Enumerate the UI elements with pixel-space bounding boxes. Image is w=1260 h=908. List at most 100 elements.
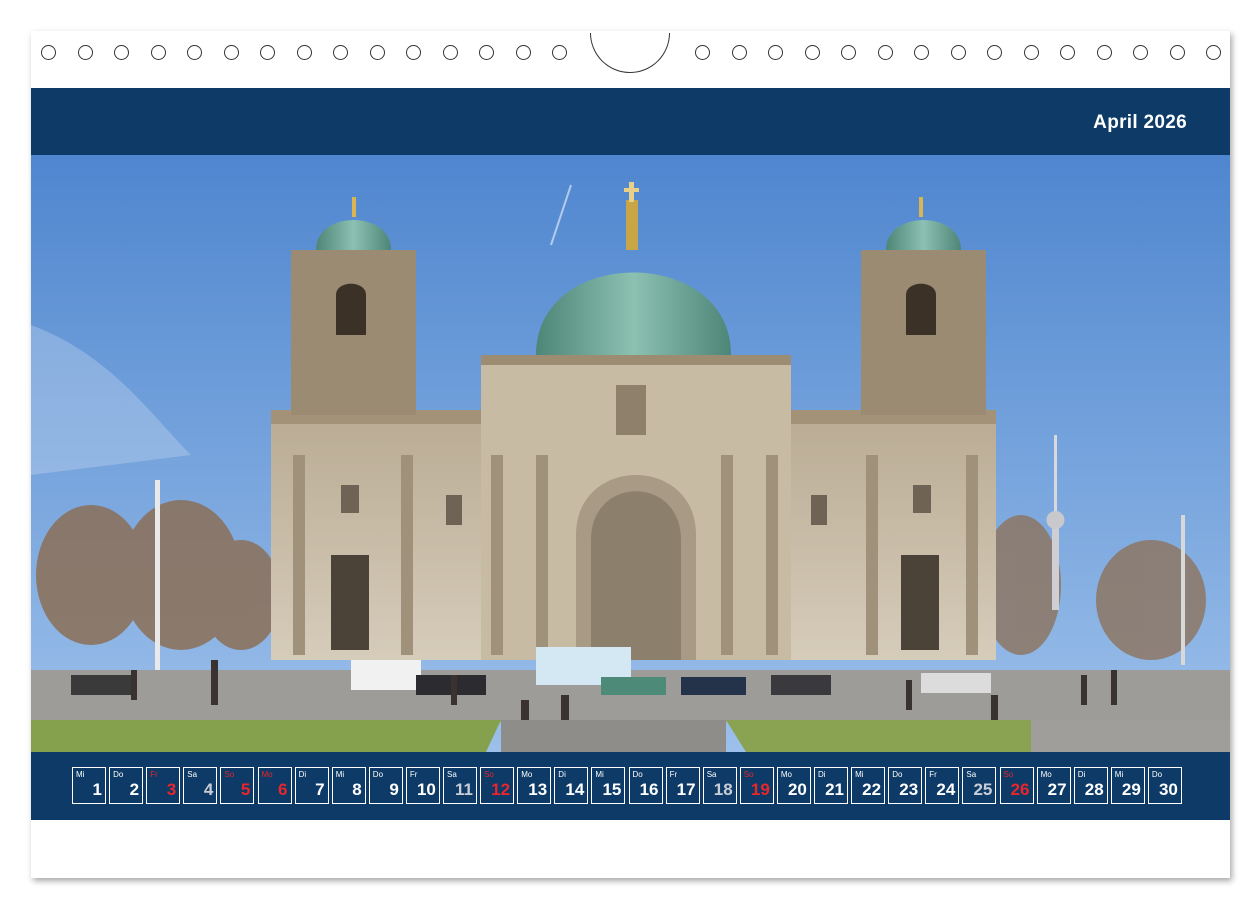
day-number: 6 — [278, 780, 288, 799]
day-weekday: Do — [1151, 770, 1163, 779]
day-cell: Sa 11 — [443, 767, 477, 804]
month-title: April 2026 — [1093, 112, 1187, 133]
day-weekday: Di — [818, 770, 826, 779]
day-weekday: Sa — [187, 770, 198, 779]
day-weekday: Mi — [76, 770, 85, 779]
day-cell: Mi 1 — [72, 767, 106, 804]
day-cell: Mi 15 — [591, 767, 626, 804]
month-banner: April 2026 — [31, 88, 1230, 155]
day-cell: Mi 22 — [851, 767, 886, 804]
day-cell: So 19 — [739, 767, 774, 804]
day-number: 25 — [973, 780, 993, 799]
day-number: 18 — [713, 780, 733, 799]
binding-hole — [1206, 45, 1221, 60]
day-cell: Fr 17 — [665, 767, 700, 804]
day-cell: Fr 3 — [146, 767, 181, 804]
binding-hole — [114, 45, 129, 60]
cathedral-photo — [31, 155, 1230, 752]
day-weekday: Mi — [595, 770, 604, 779]
day-number: 7 — [315, 780, 325, 799]
day-cell: Do 16 — [628, 767, 663, 804]
binding-hole — [77, 45, 93, 60]
day-cell: Di 28 — [1073, 767, 1108, 804]
binding-hole — [479, 45, 494, 60]
day-weekday: Mi — [1114, 770, 1124, 779]
day-weekday: Mi — [335, 770, 345, 779]
day-weekday: Mo — [780, 770, 793, 779]
binding-hole — [406, 45, 421, 60]
day-number: 17 — [676, 780, 696, 799]
day-cell: Mo 20 — [776, 767, 811, 804]
binding-hole — [841, 45, 856, 60]
binding-hole — [1060, 45, 1075, 60]
day-cell: Di 21 — [814, 767, 848, 804]
binding-hole — [804, 45, 820, 60]
day-number: 2 — [129, 780, 140, 799]
day-cell: Sa 25 — [962, 767, 997, 804]
day-weekday: Mi — [855, 770, 864, 779]
day-cell: Mo 27 — [1036, 767, 1071, 804]
binding-hole — [1096, 45, 1112, 60]
day-weekday: So — [224, 770, 235, 779]
day-weekday: Fr — [409, 770, 418, 779]
day-cell: Do 23 — [888, 767, 923, 804]
binding-hole — [296, 45, 312, 60]
hanger-notch — [590, 33, 670, 73]
day-strip: Mi 1 Do 2 Fr 3 Sa 4 So 5 Mo 6 Di 7 Mi 8 Do 9 Fr 10 Sa 11 So 12 M… — [31, 752, 1230, 820]
binding-hole — [877, 45, 893, 60]
day-weekday: Mo — [1040, 770, 1052, 779]
day-weekday: Fr — [669, 770, 678, 779]
day-number: 20 — [787, 780, 807, 799]
binding-hole — [41, 45, 56, 60]
day-number: 28 — [1084, 780, 1104, 799]
day-cell: Mo 13 — [517, 767, 552, 804]
day-weekday: Di — [558, 770, 566, 779]
day-weekday: So — [743, 770, 754, 779]
binding-hole — [1023, 45, 1039, 60]
day-number: 12 — [491, 780, 511, 799]
binding-hole — [223, 45, 239, 60]
day-number: 26 — [1010, 780, 1030, 799]
binding-holes — [0, 0, 1260, 80]
day-weekday: Fr — [929, 770, 937, 779]
binding-hole — [515, 45, 531, 60]
day-number: 11 — [455, 780, 473, 799]
binding-hole — [950, 45, 966, 60]
day-cell: Do 2 — [109, 767, 144, 804]
binding-hole — [187, 45, 202, 60]
day-cell: Fr 10 — [405, 767, 440, 804]
day-number: 15 — [602, 780, 622, 799]
day-number: 30 — [1158, 780, 1178, 799]
day-weekday: Sa — [706, 770, 717, 779]
day-cell: So 26 — [999, 767, 1034, 804]
day-weekday: Mo — [261, 770, 273, 779]
day-cell: Di 14 — [554, 767, 589, 804]
binding-hole — [369, 45, 385, 60]
day-weekday: So — [1003, 770, 1014, 779]
day-number: 22 — [862, 780, 882, 799]
day-cell: Sa 4 — [183, 767, 218, 804]
day-number: 8 — [352, 780, 362, 799]
binding-hole — [150, 45, 166, 60]
day-weekday: Do — [632, 770, 643, 779]
day-weekday: Sa — [966, 770, 977, 779]
day-number: 13 — [528, 780, 548, 799]
day-number: 23 — [899, 780, 919, 799]
day-cell: So 5 — [220, 767, 255, 804]
day-number: 21 — [825, 780, 844, 799]
day-weekday: Do — [372, 770, 384, 779]
day-cell: Mi 8 — [331, 767, 366, 804]
binding-hole — [1169, 45, 1185, 60]
binding-hole — [333, 45, 348, 60]
day-weekday: Di — [298, 770, 307, 779]
day-number: 14 — [565, 780, 585, 799]
day-weekday: Sa — [447, 770, 457, 779]
binding-hole — [1133, 45, 1148, 60]
binding-hole — [768, 45, 783, 60]
day-cell: Do 30 — [1147, 767, 1182, 804]
binding-hole — [552, 45, 567, 60]
day-cell: Do 9 — [368, 767, 403, 804]
day-number: 9 — [389, 780, 399, 799]
day-cell: Mi 29 — [1110, 767, 1145, 804]
day-number: 19 — [750, 780, 770, 799]
